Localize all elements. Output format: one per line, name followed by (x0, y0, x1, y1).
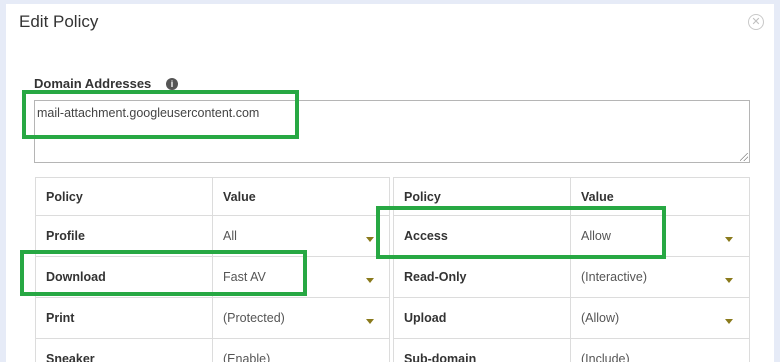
policy-row-sub-domain: Sub-domain (Include) (394, 339, 749, 362)
column-header-policy: Policy (394, 178, 571, 215)
dialog-title: Edit Policy (19, 12, 99, 31)
resize-grip-icon[interactable] (740, 153, 748, 161)
policy-row-profile: Profile All (36, 216, 389, 257)
column-header-policy: Policy (36, 178, 213, 215)
info-icon[interactable]: i (166, 78, 178, 90)
chevron-down-icon[interactable] (366, 319, 374, 324)
chevron-down-icon[interactable] (366, 237, 374, 242)
chevron-down-icon[interactable] (366, 278, 374, 283)
policy-row-sneaker: Sneaker (Enable) (36, 339, 389, 362)
policy-name: Profile (36, 216, 213, 256)
policy-row-upload: Upload (Allow) (394, 298, 749, 339)
chevron-down-icon[interactable] (725, 237, 733, 242)
policy-value-select[interactable]: (Enable) (213, 339, 389, 362)
policy-name: Download (36, 257, 213, 297)
policy-value: Fast AV (223, 270, 266, 284)
policy-value: (Enable) (223, 352, 271, 362)
chevron-down-icon[interactable] (725, 278, 733, 283)
policy-name: Print (36, 298, 213, 338)
policy-value: All (223, 229, 237, 243)
policy-value-select[interactable]: Fast AV (213, 257, 389, 297)
edit-policy-dialog: Edit Policy ✕ Domain Addresses i mail-at… (6, 4, 774, 362)
column-header-value: Value (581, 189, 614, 204)
policy-name: Access (394, 216, 571, 256)
domain-value: mail-attachment.googleusercontent.com (37, 106, 260, 120)
policy-table-right: Policy Value Access Allow Read-Only (Int… (393, 177, 750, 362)
policy-name: Sub-domain (394, 339, 571, 362)
policy-value: (Interactive) (581, 270, 647, 284)
chevron-down-icon[interactable] (725, 319, 733, 324)
table-header: Policy Value (36, 178, 389, 216)
policy-value: (Protected) (223, 311, 285, 325)
policy-value-select[interactable]: (Allow) (571, 298, 749, 338)
domain-addresses-textarea[interactable]: mail-attachment.googleusercontent.com (34, 100, 750, 163)
policy-value: (Include) (581, 352, 630, 362)
policy-row-print: Print (Protected) (36, 298, 389, 339)
close-icon[interactable]: ✕ (748, 14, 764, 30)
policy-value-select[interactable]: (Protected) (213, 298, 389, 338)
policy-name: Read-Only (394, 257, 571, 297)
table-header: Policy Value (394, 178, 749, 216)
policy-value-select[interactable]: (Interactive) (571, 257, 749, 297)
policy-value-select[interactable]: (Include) (571, 339, 749, 362)
policy-row-read-only: Read-Only (Interactive) (394, 257, 749, 298)
domain-addresses-label: Domain Addresses (34, 76, 152, 91)
policy-name: Upload (394, 298, 571, 338)
policy-table-left: Policy Value Profile All Download Fast A… (35, 177, 390, 362)
policy-row-access: Access Allow (394, 216, 749, 257)
policy-value: Allow (581, 229, 611, 243)
policy-row-download: Download Fast AV (36, 257, 389, 298)
policy-value-select[interactable]: Allow (571, 216, 749, 256)
policy-name: Sneaker (36, 339, 213, 362)
policy-value-select[interactable]: All (213, 216, 389, 256)
policy-value: (Allow) (581, 311, 620, 325)
column-header-value: Value (223, 189, 256, 204)
